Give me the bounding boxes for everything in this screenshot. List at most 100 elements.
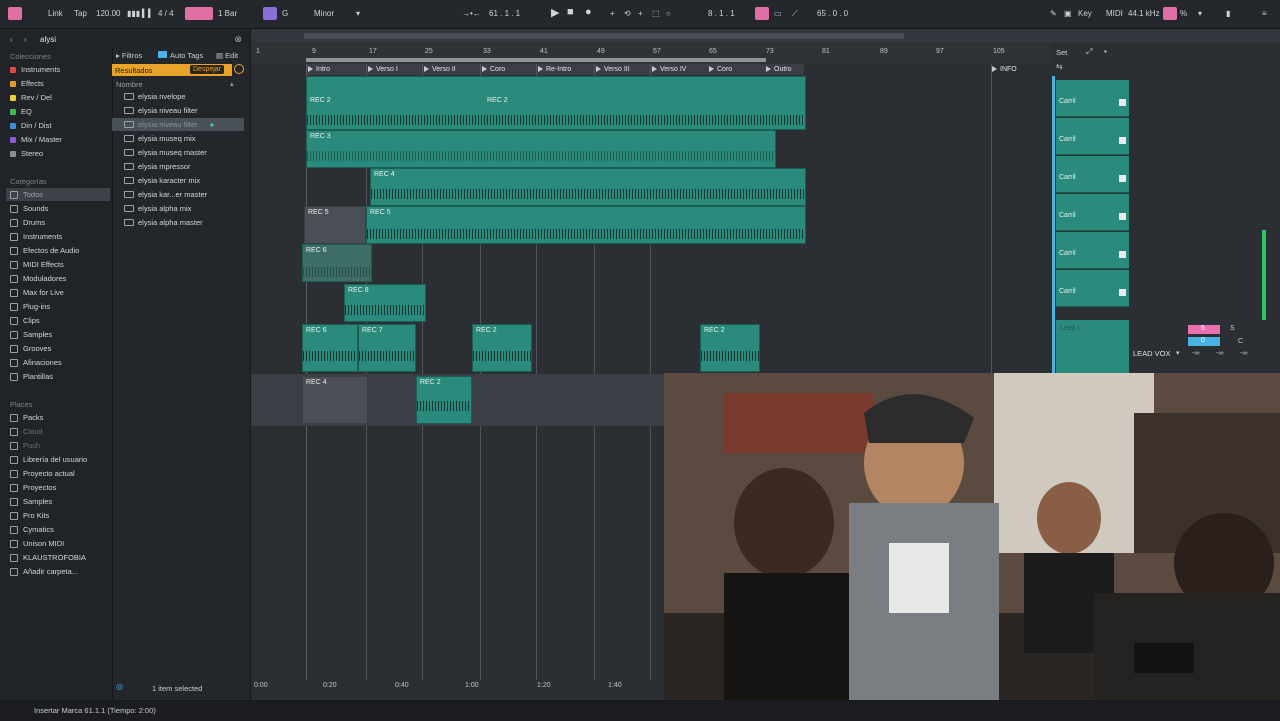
audio-clip-muted[interactable]: REC 5 <box>304 206 366 244</box>
session-clip[interactable]: Carril <box>1056 232 1129 269</box>
lock-icon[interactable]: ▪ <box>1104 47 1107 56</box>
draw-mode-icon[interactable] <box>755 7 769 20</box>
chevron-down-icon[interactable]: ▾ <box>1176 349 1180 357</box>
name-column-header[interactable]: Nombre <box>116 80 143 89</box>
pencil-icon[interactable]: ✎ <box>1050 9 1057 18</box>
loop-icon[interactable]: ○ <box>666 9 671 18</box>
result-item[interactable]: elysia kar...er master <box>124 188 244 201</box>
target-icon[interactable] <box>234 64 244 74</box>
send-a-value[interactable]: -∞ <box>1192 350 1199 357</box>
stop-icon[interactable] <box>1119 213 1126 220</box>
audio-clip[interactable]: REC 8 <box>344 284 426 322</box>
place-samples[interactable]: Samples <box>10 495 52 508</box>
place-user-library[interactable]: Librería del usuario <box>10 453 87 466</box>
category-plugins[interactable]: Plug-ins <box>10 300 50 313</box>
place-cloud[interactable]: Cloud <box>10 425 43 438</box>
result-item[interactable]: elysia niveau filter <box>124 104 244 117</box>
follow-icon[interactable]: →•← <box>462 9 481 18</box>
stop-icon[interactable] <box>1119 251 1126 258</box>
tempo-field[interactable]: 120.00 <box>96 9 120 18</box>
category-audio-effects[interactable]: Efectos de Audio <box>10 244 79 257</box>
filters-button[interactable]: ▸ Filtros <box>116 51 142 60</box>
audio-clip[interactable]: REC 2 <box>472 324 532 372</box>
scale-selector[interactable]: Minor <box>314 9 334 18</box>
audio-clip[interactable]: REC 2 <box>416 376 472 424</box>
result-item[interactable]: elysia museq master <box>124 146 244 159</box>
info-icon[interactable]: ◎ <box>116 682 123 691</box>
loop-start-field[interactable]: 8 . 1 . 1 <box>708 9 735 18</box>
collection-din-dist[interactable]: Din / Dist <box>10 119 51 132</box>
result-item[interactable]: elysia alpha mix <box>124 202 244 215</box>
automation-arm-icon[interactable]: ⟲ <box>624 9 631 18</box>
locator-verso-3[interactable]: Verso III <box>594 64 650 75</box>
session-record-icon[interactable]: ⬚ <box>652 9 660 18</box>
io-icon[interactable]: ▮ <box>1226 9 1230 18</box>
pause-icon[interactable]: ▍▍ <box>142 9 154 18</box>
key-map-icon[interactable]: ▣ <box>1064 9 1072 18</box>
key-map-button[interactable]: Key <box>1078 9 1092 18</box>
menu-icon[interactable]: ≡ <box>1262 9 1267 18</box>
time-signature-field[interactable]: 4 / 4 <box>158 9 174 18</box>
collection-rev-del[interactable]: Rev / Del <box>10 91 52 104</box>
category-instruments[interactable]: Instruments <box>10 230 62 243</box>
audio-clip[interactable]: REC 3 <box>306 130 776 168</box>
place-pro-kits[interactable]: Pro Kits <box>10 509 49 522</box>
track-name[interactable]: LEAD VOX <box>1133 349 1171 358</box>
locator-intro[interactable]: Intro <box>306 64 366 75</box>
stop-icon[interactable] <box>1119 289 1126 296</box>
automation-icon[interactable]: ⟋ <box>792 9 798 19</box>
session-clip[interactable]: Carril <box>1056 270 1129 307</box>
collection-instruments[interactable]: Instruments <box>10 63 60 76</box>
result-item[interactable]: elysia karacter mix <box>124 174 244 187</box>
clear-search-icon[interactable]: ⊗ <box>234 34 242 45</box>
locator-re-intro[interactable]: Re-Intro <box>536 64 594 75</box>
send-b-value[interactable]: -∞ <box>1216 350 1223 357</box>
center-button[interactable]: C <box>1238 338 1243 345</box>
back-icon[interactable]: ‹ <box>10 35 13 44</box>
audio-clip[interactable]: REC 6 <box>302 244 372 282</box>
view-toggle-icon[interactable] <box>8 7 22 20</box>
category-tunings[interactable]: Afinaciones <box>10 356 62 369</box>
result-item-selected[interactable]: elysia niveau filter ● <box>124 118 244 131</box>
locator-coro-2[interactable]: Coro <box>707 64 764 75</box>
category-templates[interactable]: Plantillas <box>10 370 53 383</box>
send-c-value[interactable]: -∞ <box>1240 350 1247 357</box>
place-klaustrofobia[interactable]: KLAUSTROFOBIA <box>10 551 86 564</box>
locator-verso-2[interactable]: Verso II <box>422 64 480 75</box>
forward-icon[interactable]: › <box>24 35 27 44</box>
category-grooves[interactable]: Grooves <box>10 342 51 355</box>
volume-field[interactable]: 5 <box>1188 325 1220 334</box>
category-max-for-live[interactable]: Max for Live <box>10 286 64 299</box>
collection-mix-master[interactable]: Mix / Master <box>10 133 62 146</box>
tap-button[interactable]: Tap <box>74 9 87 18</box>
fold-arrows-icon[interactable]: ⇆ <box>1056 62 1063 71</box>
stop-button[interactable]: ■ <box>567 6 574 18</box>
solo-button[interactable]: S <box>1230 325 1235 332</box>
chevron-down-icon[interactable]: ▾ <box>356 9 360 18</box>
audio-clip-muted[interactable]: REC 4 <box>302 376 368 424</box>
key-selector[interactable]: G <box>282 9 288 18</box>
stop-icon[interactable] <box>1119 137 1126 144</box>
pan-field[interactable]: 0 <box>1188 337 1220 346</box>
audio-clip[interactable]: REC 5 <box>366 206 806 244</box>
audio-clip[interactable]: REC 7 <box>358 324 416 372</box>
audio-clip[interactable]: REC 2 REC 2 <box>306 76 806 130</box>
locator-outro[interactable]: Outro <box>764 64 804 75</box>
place-cymatics[interactable]: Cymatics <box>10 523 54 536</box>
stop-icon[interactable] <box>1119 99 1126 106</box>
lead-clip-slot[interactable]: Lead I <box>1056 320 1129 373</box>
scale-mode-button[interactable] <box>263 7 277 20</box>
link-button[interactable]: Link <box>48 9 63 18</box>
audio-clip[interactable]: REC 2 <box>700 324 760 372</box>
edit-button[interactable]: ▤ Edit <box>216 51 238 60</box>
place-packs[interactable]: Packs <box>10 411 43 424</box>
position-field[interactable]: 61 . 1 . 1 <box>489 9 520 18</box>
midi-map-button[interactable]: MIDI <box>1106 9 1123 18</box>
loop-length-field[interactable]: 65 . 0 . 0 <box>817 9 848 18</box>
overview-window[interactable] <box>304 33 904 39</box>
category-midi-effects[interactable]: MIDI Effects <box>10 258 64 271</box>
search-input[interactable]: alysi ⊗ <box>32 32 244 46</box>
record-mode-button[interactable] <box>185 7 213 20</box>
category-samples[interactable]: Samples <box>10 328 52 341</box>
quantize-menu[interactable]: 1 Bar <box>218 9 237 18</box>
